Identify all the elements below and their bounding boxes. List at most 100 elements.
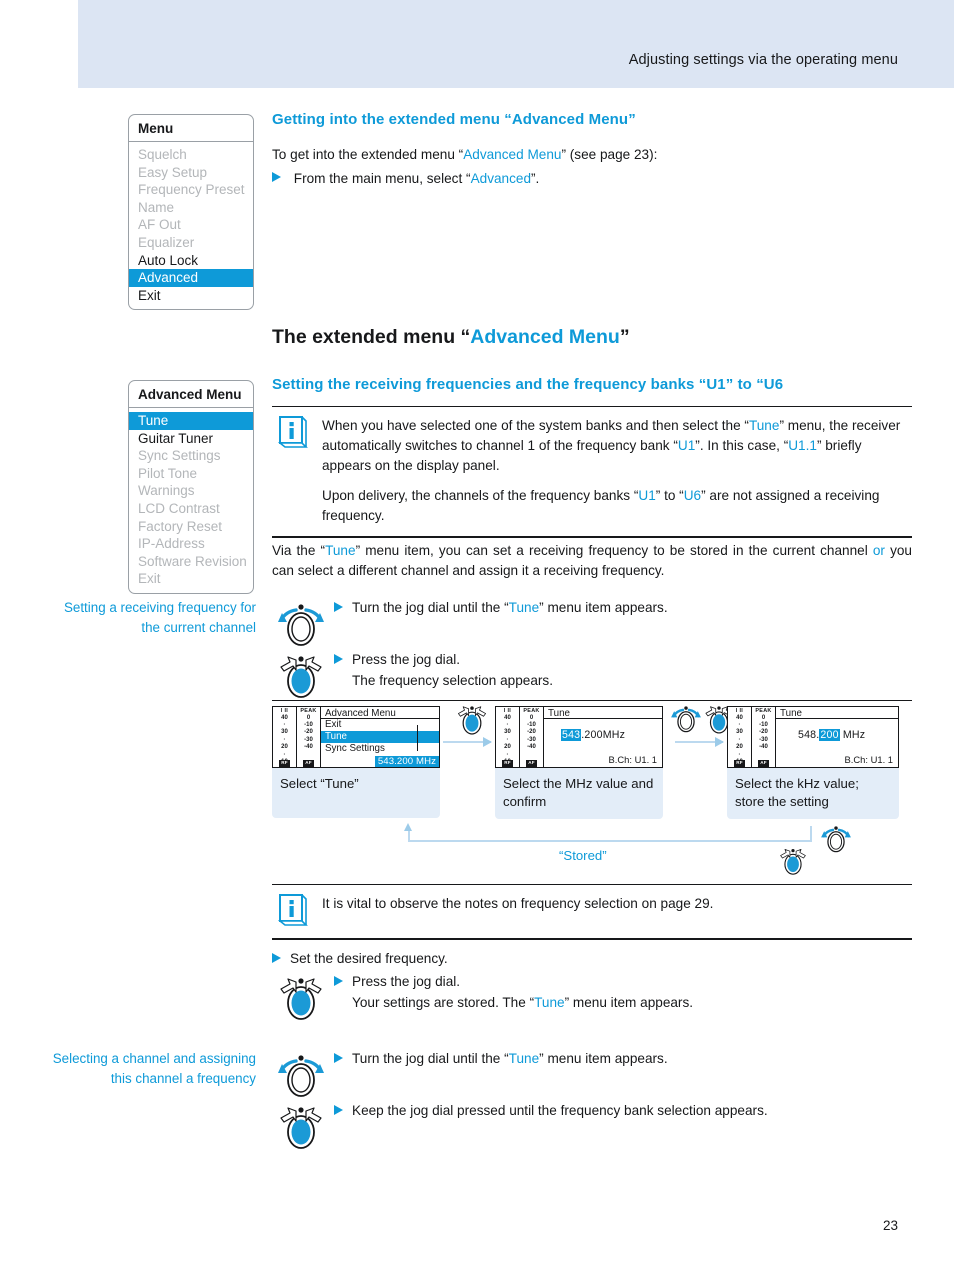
loop-horizontal-line — [408, 840, 812, 842]
main-menu-title: Menu — [129, 115, 253, 142]
advanced-menu-item-ip-address[interactable]: IP-Address — [129, 535, 253, 553]
step2-text-line2: The frequency selection appears. — [352, 672, 554, 688]
jog-dial-press-icon — [272, 1101, 334, 1156]
meter-af-tag-2: AF — [526, 760, 537, 767]
lcd-frequency-value-3: 548.200 MHz — [798, 729, 865, 741]
bullet-triangle-icon — [334, 1053, 343, 1063]
meter-right-header-2: PEAK — [523, 708, 540, 714]
note-top-text: When you have selected one of the system… — [322, 416, 912, 526]
note-block-top: When you have selected one of the system… — [272, 406, 912, 538]
step4-line2-b: ” menu item appears. — [564, 994, 694, 1010]
via-text-tune: Tune — [325, 543, 356, 558]
jog-dial-turn-icon — [272, 598, 334, 653]
advanced-menu-item-tune[interactable]: Tune — [129, 412, 253, 430]
manual-page: Adjusting settings via the operating men… — [0, 0, 954, 1285]
main-menu-item-advanced[interactable]: Advanced — [129, 269, 253, 287]
step-turn-text-1: Turn the jog dial until the “Tune” menu … — [352, 598, 668, 619]
step-set-frequency-text: Set the desired frequency. — [290, 951, 448, 966]
jog-dial-press-icon — [272, 972, 334, 1027]
step-press-jog-dial-2: Press the jog dial. Your settings are st… — [272, 972, 892, 1027]
main-menu-item-exit[interactable]: Exit — [129, 287, 253, 305]
step-keep-pressed-text: Keep the jog dial pressed until the freq… — [352, 1103, 768, 1118]
meter-left-header-3: I II — [735, 708, 744, 714]
stored-label: “Stored” — [559, 848, 607, 863]
advanced-menu-item-pilot-tone[interactable]: Pilot Tone — [129, 465, 253, 483]
lcd-display-2: I II 40·30·20·10·· RF PEAK 0-10-20-30-40… — [495, 706, 663, 768]
lcd-body-3: Tune 548.200 MHz B.Ch: U1. 1 — [776, 707, 898, 767]
lcd-freq-highlight-2: 543 — [561, 729, 582, 741]
bullet-triangle-icon — [334, 654, 343, 664]
main-menu-item-auto-lock[interactable]: Auto Lock — [129, 252, 253, 270]
main-menu-item-easy-setup[interactable]: Easy Setup — [129, 164, 253, 182]
via-text-or: or — [872, 543, 885, 558]
note-p2-u1: U1 — [638, 488, 656, 504]
lcd-title-1: Advanced Menu — [321, 707, 439, 719]
meter-right-header-3: PEAK — [755, 708, 772, 714]
main-menu-item-name[interactable]: Name — [129, 199, 253, 217]
info-icon — [277, 894, 308, 928]
note-top-paragraph-1: When you have selected one of the system… — [322, 416, 912, 476]
advanced-menu-item-factory-reset[interactable]: Factory Reset — [129, 518, 253, 536]
flow-arrow-1 — [443, 737, 492, 747]
meter-rf-tag-3: RF — [734, 760, 745, 767]
lcd-item-tune-1[interactable]: Tune — [321, 731, 439, 744]
intro-text-accent: Advanced Menu — [463, 147, 562, 162]
advanced-menu-item-software-revision[interactable]: Software Revision — [129, 553, 253, 571]
advanced-menu-item-exit[interactable]: Exit — [129, 570, 253, 588]
step5-text-b: ” menu item appears. — [539, 1051, 668, 1066]
flow-jog-dial-press-icon-1 — [452, 702, 492, 741]
advanced-menu-item-sync-settings[interactable]: Sync Settings — [129, 447, 253, 465]
lcd-frequency-value-2: 543.200MHz — [561, 729, 625, 741]
meter-rf-tag-2: RF — [502, 760, 513, 767]
rf-af-meter-2: I II 40·30·20·10·· RF PEAK 0-10-20-30-40… — [496, 707, 544, 767]
main-menu-item-equalizer[interactable]: Equalizer — [129, 234, 253, 252]
flow-arrow-2 — [675, 737, 724, 747]
flow-card-1: I II 40·30·20·10·· RF PEAK 0-10-20-30-40… — [272, 706, 440, 818]
meter-right-scale-1: 0 -10 -20 -30 -40 — [304, 714, 313, 751]
step-turn-text-2: Turn the jog dial until the “Tune” menu … — [352, 1049, 668, 1070]
meter-left-header-1: I II — [280, 708, 289, 714]
step1-text-accent: Tune — [508, 600, 540, 615]
intro-text-a: To get into the extended menu “ — [272, 147, 464, 162]
bullet-triangle-icon — [272, 172, 281, 182]
advanced-menu-item-warnings[interactable]: Warnings — [129, 482, 253, 500]
step2-text-a: Press the jog dial. — [352, 652, 461, 667]
step1-text-b: ” menu item appears. — [539, 600, 668, 615]
meter-rf-tag-1: RF — [279, 760, 290, 767]
advanced-menu-item-guitar-tuner[interactable]: Guitar Tuner — [129, 430, 253, 448]
bullet-triangle-icon — [334, 1105, 343, 1115]
main-menu-list: Squelch Easy Setup Frequency Preset Name… — [129, 142, 253, 309]
lcd-item-exit-1[interactable]: Exit — [321, 719, 439, 731]
note-p1-tune: Tune — [748, 418, 780, 434]
lcd-item-sync-settings-1[interactable]: Sync Settings — [321, 743, 439, 755]
note-p1-u1: U1 — [677, 438, 696, 454]
heading-getting-into: Getting into the extended menu “Advanced… — [272, 111, 636, 128]
loop-jog-dial-press-icon — [775, 845, 811, 881]
lcd-bank-channel-2: B.Ch: U1. 1 — [608, 754, 657, 765]
flow-caption-1: Select “Tune” — [272, 768, 440, 818]
step1-text-a: Turn the jog dial until the “ — [352, 600, 509, 615]
step-keep-jog-dial-pressed: Keep the jog dial pressed until the freq… — [272, 1101, 912, 1156]
heading-getting-into-prefix: Getting into the extended menu “ — [272, 111, 512, 128]
heading-extended-menu: The extended menu “Advanced Menu” — [272, 326, 630, 349]
note-p2-b: ” to “ — [655, 488, 684, 504]
via-text-a: Via the “ — [272, 543, 326, 558]
loop-vertical-right — [810, 826, 812, 842]
lcd-freq-suffix-3: MHz — [839, 729, 866, 741]
bullet-triangle-icon — [334, 976, 343, 986]
flow-card-3: I II 40·30·20·10·· RF PEAK 0-10-20-30-40… — [727, 706, 899, 819]
lcd-freq-prefix-3: 548. — [798, 729, 820, 741]
note-p1-a: When you have selected one of the system… — [322, 418, 749, 434]
advanced-menu-item-lcd-contrast[interactable]: LCD Contrast — [129, 500, 253, 518]
heading-extended-accent: Advanced Menu — [470, 326, 620, 348]
main-menu-item-squelch[interactable]: Squelch — [129, 146, 253, 164]
page-header-title: Adjusting settings via the operating men… — [628, 52, 898, 68]
meter-left-header-2: I II — [503, 708, 512, 714]
note-top-rule-lower — [272, 536, 912, 538]
main-menu-item-af-out[interactable]: AF Out — [129, 216, 253, 234]
bullet-triangle-icon — [334, 602, 343, 612]
main-menu-item-frequency-preset[interactable]: Frequency Preset — [129, 181, 253, 199]
step-turn-jog-dial-2: Turn the jog dial until the “Tune” menu … — [272, 1049, 912, 1104]
heading-getting-into-accent: Advanced Menu — [511, 111, 629, 128]
jog-dial-turn-icon — [272, 1049, 334, 1104]
